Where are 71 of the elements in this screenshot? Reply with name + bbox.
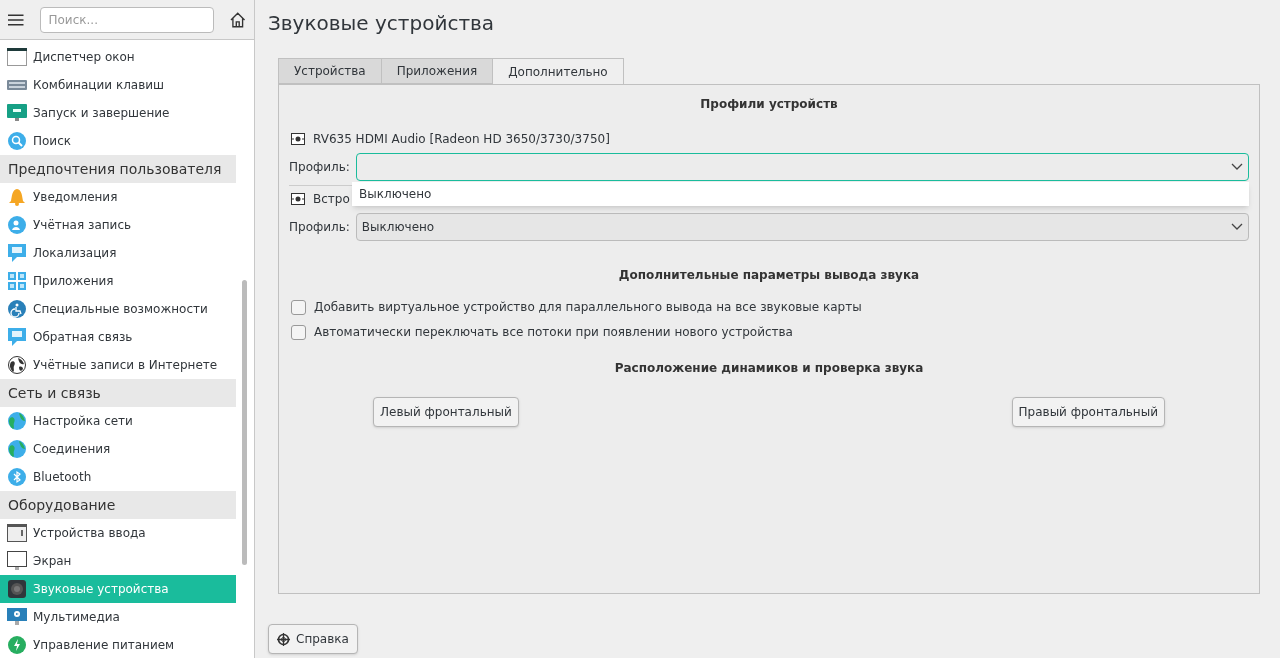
tab[interactable]: Устройства (278, 58, 382, 84)
checkbox[interactable] (291, 299, 306, 315)
search-icon (8, 132, 26, 150)
lifebuoy-icon (277, 632, 290, 646)
speaker-test-button[interactable]: Правый фронтальный (1011, 397, 1165, 427)
profile-dropdown[interactable] (355, 153, 1249, 181)
sidebar-item[interactable]: Диспетчер окон (0, 43, 236, 71)
sidebar-item[interactable]: Экран (0, 547, 236, 575)
speaker-icon (8, 580, 26, 598)
sidebar-item[interactable]: Локализация (0, 239, 236, 267)
input-device-icon (7, 524, 27, 542)
checkbox[interactable] (291, 324, 306, 340)
speech-bubble-icon (8, 244, 26, 262)
sidebar-item[interactable]: Приложения (0, 267, 236, 295)
bluetooth-icon (8, 468, 26, 486)
home-icon[interactable] (230, 11, 246, 28)
sidebar-item[interactable]: Комбинации клавиш (0, 71, 236, 99)
tab[interactable]: Приложения (380, 58, 494, 84)
section-heading: Профили устройств (699, 96, 839, 113)
section-heading: Дополнительные параметры вывода звука (617, 267, 921, 284)
user-icon (8, 216, 26, 234)
section-heading: Расположение динамиков и проверка звука (613, 360, 925, 377)
chevron-down-icon (1231, 223, 1243, 231)
search-field[interactable]: Поиск... (39, 6, 215, 33)
bell-icon (8, 188, 26, 206)
profile-dropdown[interactable]: Выключено (355, 213, 1249, 241)
dropdown-value: Выключено (361, 219, 435, 236)
sidebar-item[interactable]: Устройства ввода (0, 519, 236, 547)
keyboard-icon (7, 80, 27, 90)
window-icon (7, 48, 27, 66)
monitor-icon (7, 608, 27, 626)
sidebar-item[interactable]: Запуск и завершение (0, 99, 236, 127)
sidebar-item[interactable]: Уведомления (0, 183, 236, 211)
scrollbar[interactable] (242, 280, 247, 565)
monitor-icon (7, 551, 27, 571)
device-name: Встро (313, 191, 350, 208)
sidebar-item[interactable]: Поиск (0, 127, 236, 155)
category-header: Предпочтения пользователя (0, 155, 236, 183)
sidebar-item[interactable]: Обратная связь (0, 323, 236, 351)
category-header: Оборудование (0, 491, 236, 519)
sound-card-icon (291, 193, 305, 205)
grid-icon (8, 272, 26, 290)
tab[interactable]: Дополнительно (492, 58, 624, 85)
checkbox-label: Добавить виртуальное устройство для параллельного вывода на все звуковые карты (314, 299, 862, 316)
sound-card-icon (291, 133, 305, 145)
sidebar-item[interactable]: Учётные записи в Интернете (0, 351, 236, 379)
speaker-test-button[interactable]: Левый фронтальный (373, 397, 519, 427)
page-title: Звуковые устройства (268, 9, 496, 37)
sidebar-item[interactable]: Соединения (0, 435, 236, 463)
sidebar-item[interactable]: Bluetooth (0, 463, 236, 491)
sidebar-item[interactable]: Настройка сети (0, 407, 236, 435)
monitor-icon (7, 104, 27, 122)
profile-label: Профиль: (289, 159, 350, 176)
power-icon (8, 636, 26, 654)
globe-icon (8, 412, 26, 430)
globe-icon (8, 440, 26, 458)
globe-icon (8, 356, 26, 374)
speech-bubble-icon (8, 328, 26, 346)
sidebar-item[interactable]: Учётная запись (0, 211, 236, 239)
profile-label: Профиль: (289, 219, 350, 236)
help-button[interactable]: Справка (268, 624, 358, 654)
accessibility-icon (8, 300, 26, 318)
sidebar-item[interactable]: Мультимедиа (0, 603, 236, 631)
category-header: Сеть и связь (0, 379, 236, 407)
dropdown-option[interactable]: Выключено (352, 182, 1249, 206)
device-name: RV635 HDMI Audio [Radeon HD 3650/3730/3750] (313, 131, 610, 148)
menu-icon[interactable] (8, 12, 24, 27)
chevron-down-icon (1231, 163, 1243, 171)
sidebar-item[interactable]: Специальные возможности (0, 295, 236, 323)
sidebar-item[interactable]: Управление питанием (0, 631, 236, 658)
checkbox-label: Автоматически переключать все потоки при появлении нового устройства (314, 324, 793, 341)
